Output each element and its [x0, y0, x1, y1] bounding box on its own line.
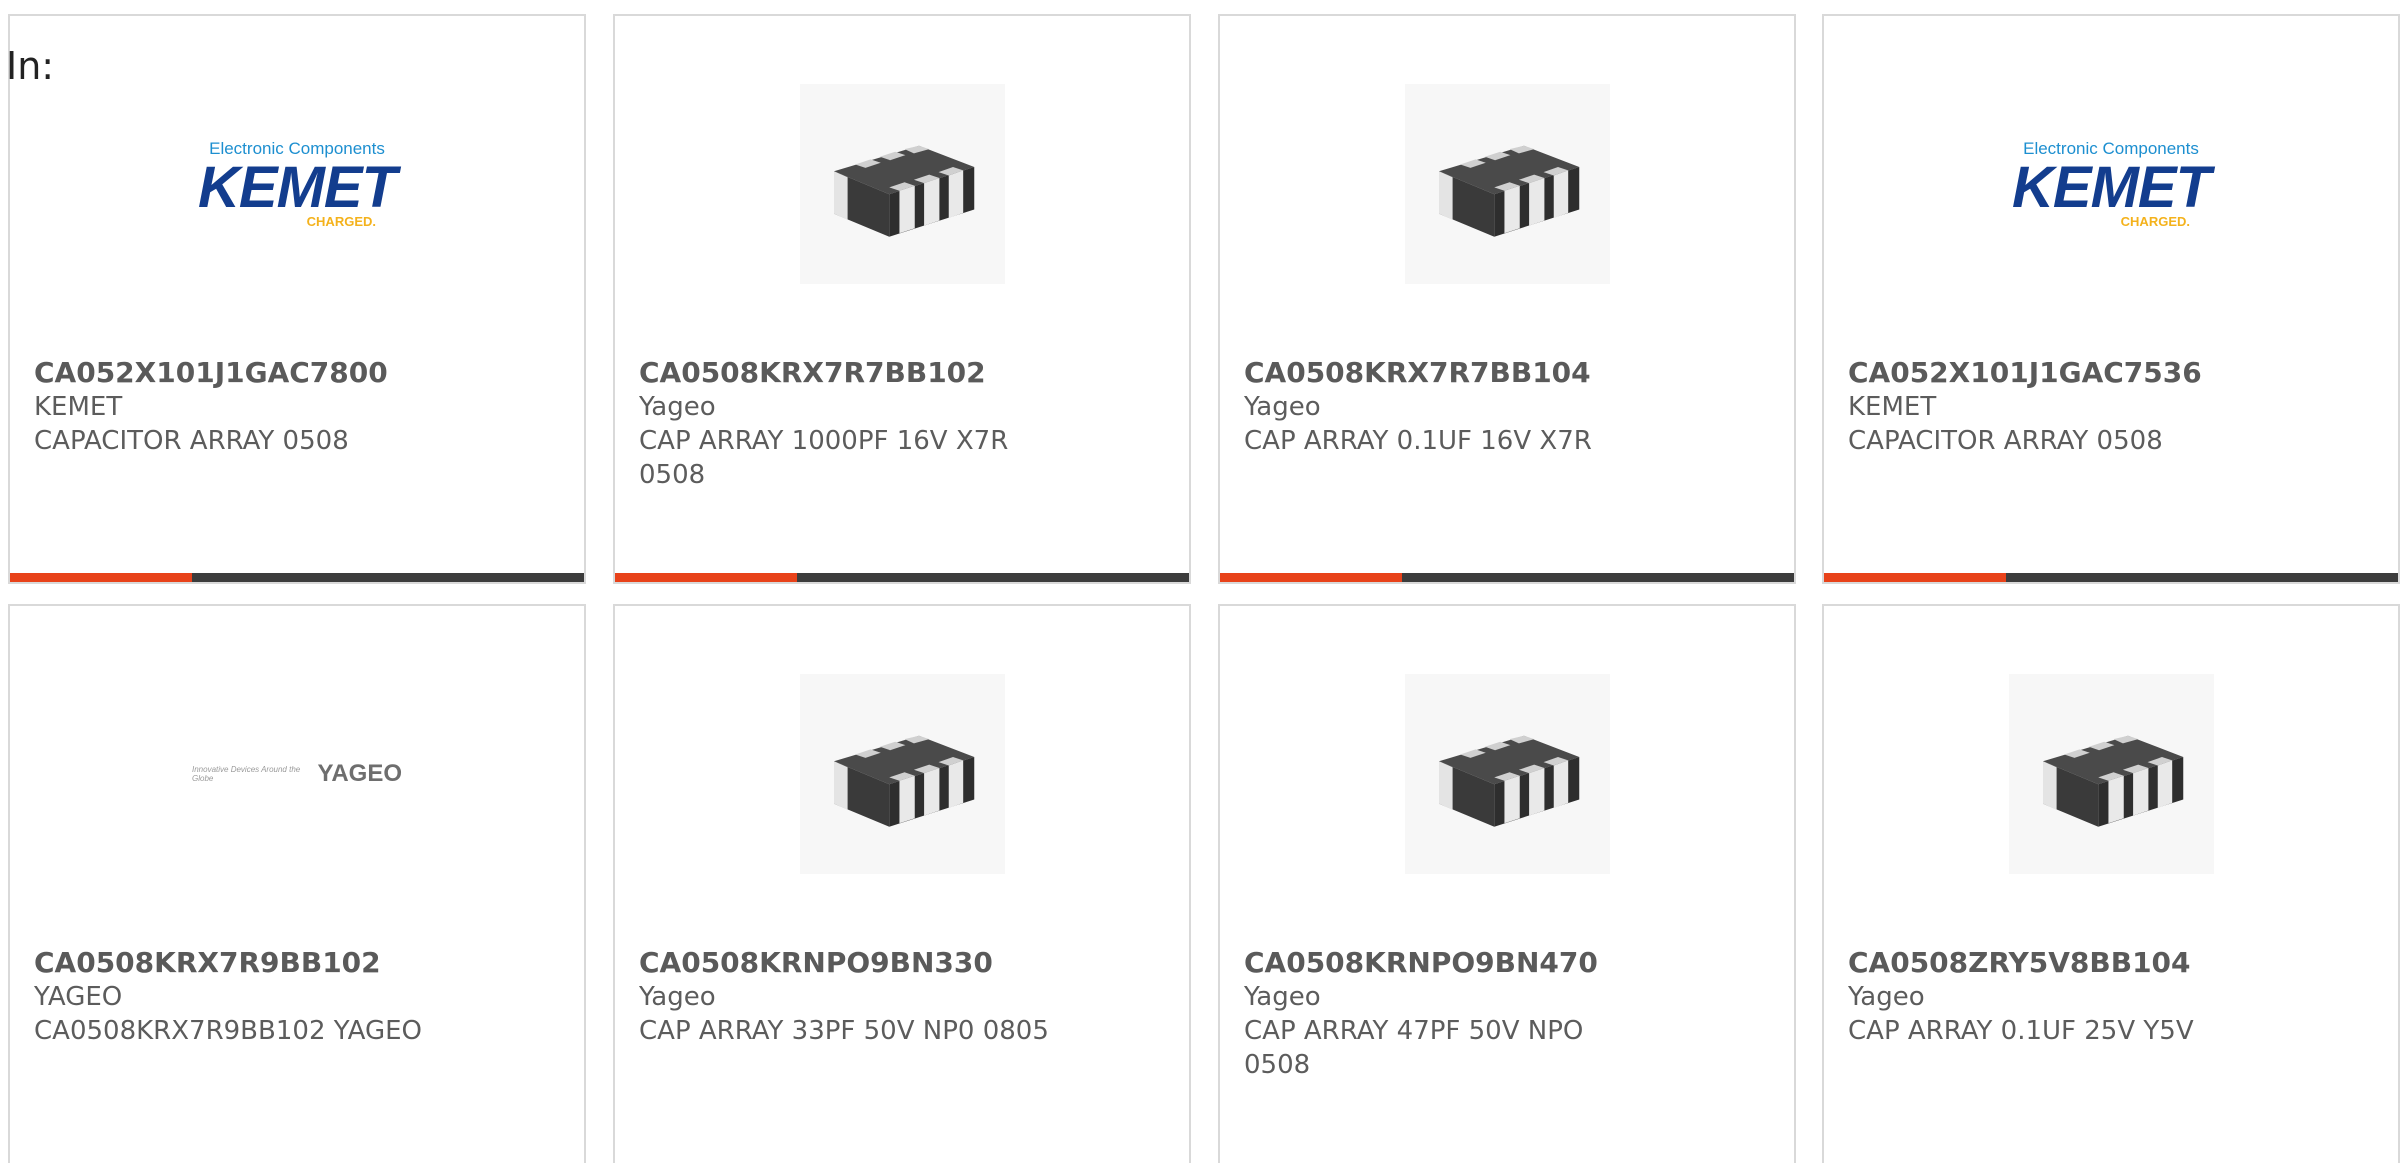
kemet-logo: Electronic Components KEMET CHARGED. — [198, 139, 397, 229]
card-progress-bar — [10, 573, 584, 582]
manufacturer: Yageo — [1244, 982, 1321, 1012]
description: CA0508KRX7R9BB102 YAGEO — [34, 1016, 422, 1046]
product-card[interactable]: CA0508KRX7R7BB104 Yageo CAP ARRAY 0.1UF 16… — [1218, 14, 1796, 584]
description: CAP ARRAY 1000PF 16V X7R 0508 — [639, 426, 1009, 490]
part-number-link[interactable]: CA052X101J1GAC7536 — [1848, 356, 2258, 390]
product-image[interactable] — [2006, 674, 2216, 874]
product-image[interactable] — [1402, 84, 1612, 284]
manufacturer: KEMET — [1848, 392, 1937, 422]
product-info: CA052X101J1GAC7800 KEMET CAPACITOR ARRAY 0… — [34, 356, 444, 458]
part-number-link[interactable]: CA0508KRX7R7BB102 — [639, 356, 1049, 390]
manufacturer: Yageo — [639, 392, 716, 422]
product-grid-page: In: Electronic Components KEMET CHARGED. CA… — [0, 0, 2400, 1163]
manufacturer: Yageo — [639, 982, 716, 1012]
manufacturer: Yageo — [1244, 392, 1321, 422]
part-number-link[interactable]: CA0508KRX7R9BB102 — [34, 946, 444, 980]
in-label: In: — [6, 44, 55, 88]
manufacturer: YAGEO — [34, 982, 123, 1012]
card-progress-bar — [1824, 573, 2398, 582]
kemet-logo: Electronic Components KEMET CHARGED. — [2012, 139, 2211, 229]
card-progress-bar — [615, 573, 1189, 582]
product-image[interactable]: Electronic Components KEMET CHARGED. — [192, 84, 402, 284]
product-image[interactable]: Innovative Devices Around the Globe YAGEO — [192, 674, 402, 874]
description: CAP ARRAY 33PF 50V NP0 0805 — [639, 1016, 1049, 1046]
product-image[interactable]: Electronic Components KEMET CHARGED. — [2006, 84, 2216, 284]
part-number-link[interactable]: CA052X101J1GAC7800 — [34, 356, 444, 390]
product-image[interactable] — [797, 674, 1007, 874]
manufacturer: Yageo — [1848, 982, 1925, 1012]
card-progress-accent — [1220, 573, 1402, 582]
yageo-logo: Innovative Devices Around the Globe YAGEO — [192, 760, 402, 787]
product-card[interactable]: CA0508ZRY5V8BB104 Yageo CAP ARRAY 0.1UF 25… — [1822, 604, 2400, 1163]
product-card[interactable]: CA0508KRNPO9BN330 Yageo CAP ARRAY 33PF 50V… — [613, 604, 1191, 1163]
description: CAPACITOR ARRAY 0508 — [34, 426, 349, 456]
product-info: CA052X101J1GAC7536 KEMET CAPACITOR ARRAY 0… — [1848, 356, 2258, 458]
description: CAP ARRAY 47PF 50V NPO 0508 — [1244, 1016, 1584, 1080]
card-progress-accent — [615, 573, 797, 582]
chip-array-icon — [799, 84, 1005, 284]
chip-array-icon — [2008, 674, 2214, 874]
product-card[interactable]: Innovative Devices Around the Globe YAGEO… — [8, 604, 586, 1163]
card-progress-accent — [10, 573, 192, 582]
product-image[interactable] — [1402, 674, 1612, 874]
part-number-link[interactable]: CA0508KRNPO9BN330 — [639, 946, 1049, 980]
chip-array-icon — [799, 674, 1005, 874]
product-info: CA0508KRNPO9BN330 Yageo CAP ARRAY 33PF 50V… — [639, 946, 1049, 1048]
product-card[interactable]: CA0508KRNPO9BN470 Yageo CAP ARRAY 47PF 50V… — [1218, 604, 1796, 1163]
product-image[interactable] — [797, 84, 1007, 284]
card-progress-bar — [1220, 573, 1794, 582]
product-info: CA0508KRNPO9BN470 Yageo CAP ARRAY 47PF 50V… — [1244, 946, 1654, 1082]
part-number-link[interactable]: CA0508ZRY5V8BB104 — [1848, 946, 2258, 980]
card-progress-accent — [1824, 573, 2006, 582]
part-number-link[interactable]: CA0508KRNPO9BN470 — [1244, 946, 1654, 980]
product-info: CA0508KRX7R7BB102 Yageo CAP ARRAY 1000PF 1… — [639, 356, 1049, 492]
product-info: CA0508KRX7R7BB104 Yageo CAP ARRAY 0.1UF 16… — [1244, 356, 1654, 458]
chip-array-icon — [1404, 674, 1610, 874]
part-number-link[interactable]: CA0508KRX7R7BB104 — [1244, 356, 1654, 390]
description: CAP ARRAY 0.1UF 16V X7R — [1244, 426, 1592, 456]
product-info: CA0508KRX7R9BB102 YAGEO CA0508KRX7R9BB102 … — [34, 946, 444, 1048]
product-info: CA0508ZRY5V8BB104 Yageo CAP ARRAY 0.1UF 25… — [1848, 946, 2258, 1048]
chip-array-icon — [1404, 84, 1610, 284]
product-card[interactable]: Electronic Components KEMET CHARGED. CA052X… — [1822, 14, 2400, 584]
product-card[interactable]: Electronic Components KEMET CHARGED. CA052X… — [8, 14, 586, 584]
description: CAP ARRAY 0.1UF 25V Y5V — [1848, 1016, 2194, 1046]
description: CAPACITOR ARRAY 0508 — [1848, 426, 2163, 456]
manufacturer: KEMET — [34, 392, 123, 422]
product-card[interactable]: CA0508KRX7R7BB102 Yageo CAP ARRAY 1000PF 1… — [613, 14, 1191, 584]
